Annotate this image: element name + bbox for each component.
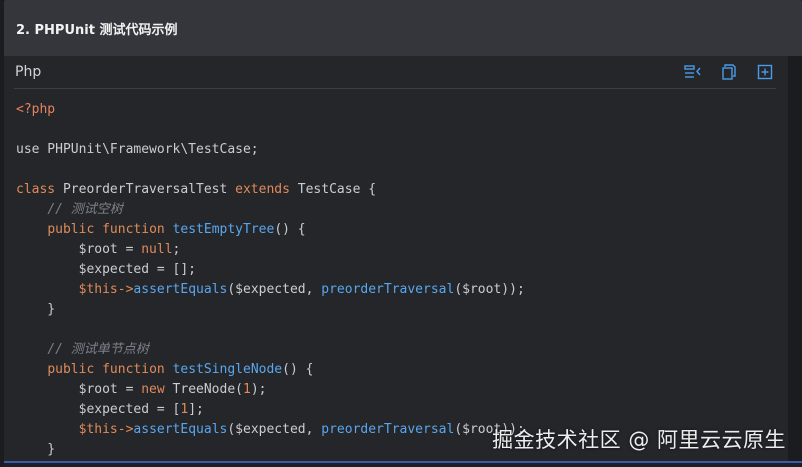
code-token: ($expected, [227,282,322,297]
code-token: function [102,222,165,237]
code-token: testSingleNode [172,362,283,377]
code-token: testEmptyTree [172,222,275,237]
code-token: class [16,182,56,197]
code-token: ; [172,242,181,257]
code-token: PreorderTraversalTest [55,182,236,197]
bottom-strip [4,461,802,467]
code-block: Php <?php use PHPUnit\Framework\TestCase… [4,56,788,461]
code-token: $root = [16,382,142,397]
code-token: 1 [243,382,251,397]
code-line: public function testEmptyTree() { [16,220,788,240]
code-token: $this [78,422,118,437]
code-token: public [47,362,95,377]
code-line: $this->assertEquals($expected, preorderT… [16,280,788,300]
expand-icon [757,64,773,80]
section-heading-bar: 2. PHPUnit 测试代码示例 [4,0,802,56]
code-token: ]; [188,402,204,417]
code-token: () { [282,362,314,377]
code-line: <?php [16,100,788,120]
code-token: () { [274,222,306,237]
page-frame: 2. PHPUnit 测试代码示例 Php <?php use PHPUnit\… [0,0,802,467]
code-line: $expected = []; [16,260,788,280]
code-line: use PHPUnit\Framework\TestCase; [16,140,788,160]
code-token: assertEquals [133,422,228,437]
code-token: <?php [16,102,56,117]
code-token: } [16,302,56,317]
code-token: new [141,382,165,397]
code-token: use PHPUnit\Framework\TestCase; [16,142,259,157]
code-token: $expected = [ [16,402,181,417]
code-line: // 测试空树 [16,200,788,220]
code-line: } [16,300,788,320]
code-token: -> [117,422,134,437]
code-token: preorderTraversal [321,422,455,437]
code-toolbar [682,61,776,83]
code-token: assertEquals [133,282,228,297]
copy-button[interactable] [718,61,740,83]
code-token: TreeNode( [164,382,243,397]
code-token: null [141,242,173,257]
code-token: ($root)); [454,282,525,297]
watermark-text: 掘金技术社区 @ 阿里云云原生 [492,428,786,452]
code-language-label: Php [15,63,42,80]
code-line: $expected = [1]; [16,400,788,420]
format-lines-icon [684,65,701,78]
expand-button[interactable] [754,61,776,83]
section-title: 2. PHPUnit 测试代码示例 [16,22,178,38]
code-line: class PreorderTraversalTest extends Test… [16,180,788,200]
code-line: $root = new TreeNode(1); [16,380,788,400]
format-lines-button[interactable] [682,61,704,83]
code-token: $root = [16,242,142,257]
code-token: extends [235,182,290,197]
code-token: $expected = []; [16,262,197,277]
code-line: public function testSingleNode() { [16,360,788,380]
code-header-divider [14,88,776,89]
code-token: public [47,222,95,237]
code-token: -> [117,282,134,297]
code-token: ($expected, [227,422,322,437]
code-token: preorderTraversal [321,282,455,297]
code-token: // 测试空树 [47,202,123,217]
code-token: $this [78,282,118,297]
code-token: // 测试单节点树 [47,342,149,357]
code-content: <?php use PHPUnit\Framework\TestCase; clas… [16,100,788,460]
code-line: $root = null; [16,240,788,260]
code-block-header: Php [4,56,788,87]
code-token: function [102,362,165,377]
copy-icon [722,63,736,80]
code-token: ); [250,382,267,397]
code-line: // 测试单节点树 [16,340,788,360]
code-token: } [16,442,56,457]
code-token: TestCase { [289,182,377,197]
